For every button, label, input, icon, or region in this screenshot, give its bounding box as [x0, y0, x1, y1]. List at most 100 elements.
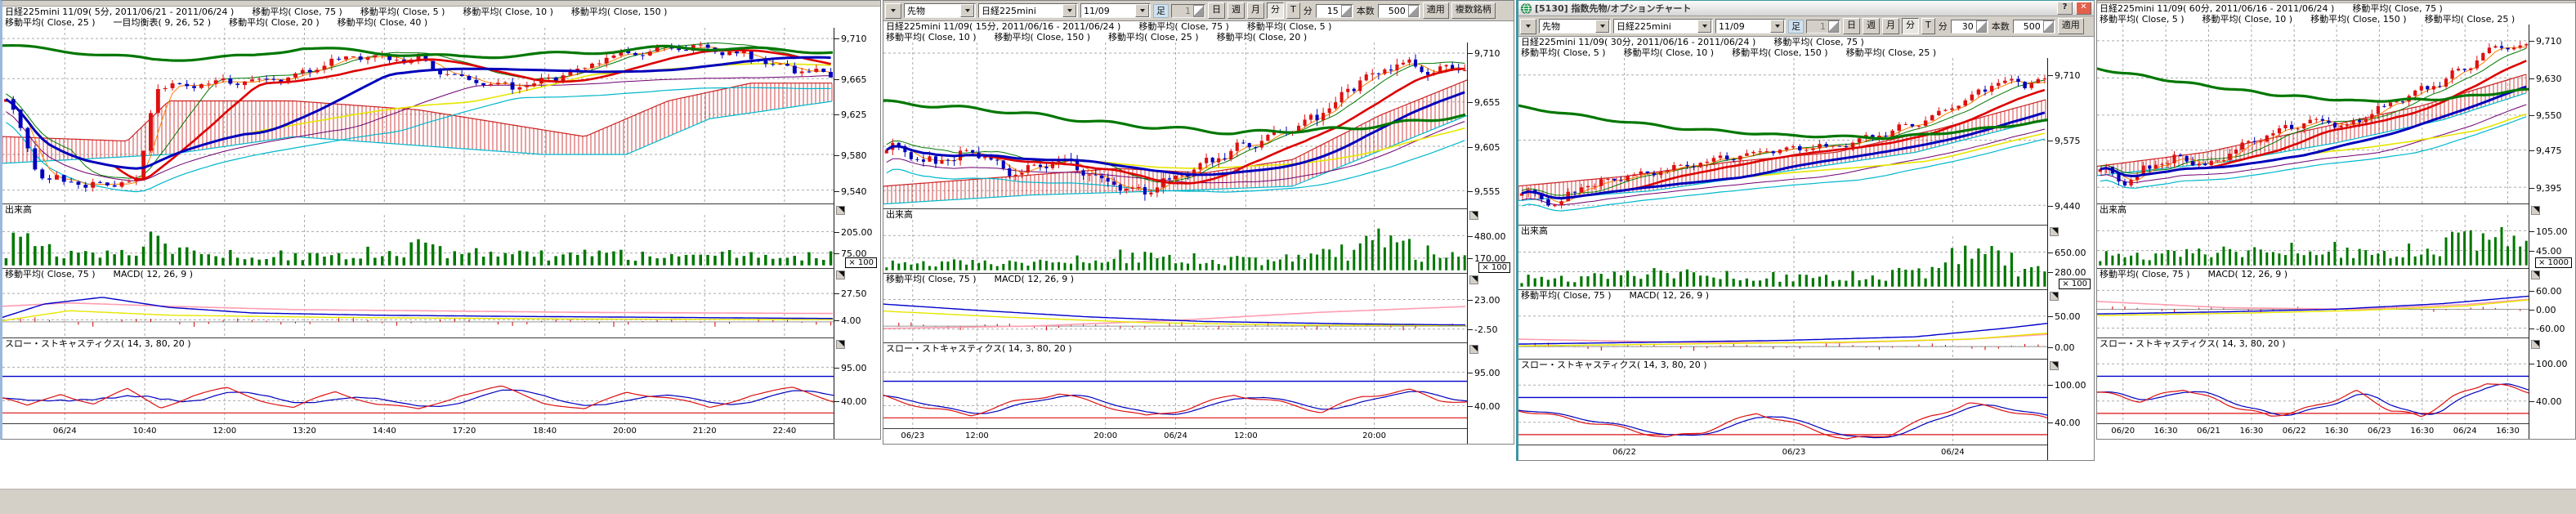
section-resize-handle[interactable]	[2050, 292, 2059, 301]
stochastics-tick-label: 40.00	[2055, 418, 2081, 428]
period-day-button[interactable]: 日	[1208, 2, 1225, 19]
section-resize-handle[interactable]	[836, 206, 845, 215]
help-button[interactable]: ?	[2057, 2, 2073, 15]
macd-chart[interactable]	[2097, 279, 2529, 338]
volume-axis: 105.0045.00× 1000	[2529, 215, 2575, 269]
axis-tick	[2048, 75, 2053, 76]
axis-tick	[1468, 147, 1473, 148]
chart-toolbar: 先物 日経225mini 11/09 足 1 日 週 月 分 T 分 15 本数…	[883, 1, 1514, 21]
menu-dropdown-button[interactable]	[1520, 19, 1536, 34]
candlestick-chart[interactable]	[2097, 25, 2529, 204]
spinner-icon[interactable]	[1193, 5, 1204, 17]
stochastics-chart[interactable]	[883, 354, 1468, 429]
period-tick-button[interactable]: T	[1286, 2, 1300, 19]
period-month-button[interactable]: 月	[1882, 18, 1899, 34]
axis-line	[1467, 42, 1468, 444]
period-minute-button[interactable]: 分	[1902, 18, 1919, 34]
bar-count-spinner[interactable]: 500	[1378, 4, 1420, 18]
chevron-down-icon	[1770, 20, 1784, 33]
multi-symbol-button[interactable]: 複数銘柄	[1451, 2, 1496, 19]
minutes-spinner[interactable]: 15	[1316, 4, 1353, 18]
chart-window-5min: 日経225mini 11/09( 5分, 2011/06/21 - 2011/0…	[0, 0, 881, 440]
volume-chart[interactable]	[2, 215, 834, 269]
macd-section-label: 移動平均( Close, 75 ) MACD( 12, 26, 9 )	[2, 269, 834, 279]
stochastics-chart[interactable]	[2097, 349, 2529, 424]
time-axis: 06/2016:3006/2116:3006/2216:3006/2316:30…	[2097, 424, 2529, 439]
menu-dropdown-button[interactable]	[885, 3, 901, 19]
section-resize-handle[interactable]	[2531, 270, 2540, 279]
section-resize-handle[interactable]	[2531, 340, 2540, 349]
macd-tick-label: -2.50	[1474, 324, 1497, 335]
stochastics-chart[interactable]	[1518, 370, 2048, 445]
stochastics-chart[interactable]	[2, 349, 834, 424]
axis-tick	[1468, 102, 1473, 103]
axis-tick	[2048, 422, 2053, 423]
volume-chart[interactable]	[883, 220, 1468, 274]
symbol-select[interactable]: 日経225mini	[1613, 19, 1713, 34]
chart-window-60min: 日経225mini 11/09( 60分, 2011/06/16 - 2011/…	[2096, 0, 2576, 440]
close-button[interactable]: ✕	[2076, 2, 2091, 15]
globe-icon	[1521, 3, 1532, 14]
period-tick-button[interactable]: T	[1921, 18, 1935, 34]
time-tick-label: 06/23	[1782, 448, 1806, 457]
desktop: 日経225mini 11/09( 5分, 2011/06/21 - 2011/0…	[0, 0, 2576, 513]
macd-chart[interactable]	[2, 279, 834, 338]
candlestick-chart[interactable]	[2, 28, 834, 204]
section-resize-handle[interactable]	[836, 340, 845, 349]
period-minute-button[interactable]: 分	[1267, 2, 1284, 19]
window-titlebar[interactable]: [5130] 指数先物/オプションチャート ? ✕	[1518, 1, 2094, 16]
macd-chart[interactable]	[1518, 301, 2048, 360]
stochastics-tick-label: 100.00	[2536, 359, 2568, 369]
category-select[interactable]: 先物	[904, 3, 976, 18]
price-tick-label: 9,550	[2536, 110, 2562, 121]
section-resize-handle[interactable]	[1469, 211, 1478, 220]
minutes-spinner[interactable]: 30	[1951, 20, 1988, 34]
axis-tick	[1468, 53, 1473, 54]
contract-select[interactable]: 11/09	[1080, 3, 1151, 18]
volume-chart[interactable]	[2097, 215, 2529, 269]
section-resize-handle[interactable]	[1469, 345, 1478, 354]
bar-count-spinner[interactable]: 500	[2013, 20, 2055, 34]
period-month-button[interactable]: 月	[1247, 2, 1264, 19]
apply-button[interactable]: 適用	[2058, 18, 2084, 34]
category-select[interactable]: 先物	[1539, 19, 1611, 34]
stochastics-tick-label: 40.00	[841, 396, 867, 407]
period-week-button[interactable]: 週	[1228, 2, 1245, 19]
section-resize-handle[interactable]	[2050, 227, 2059, 236]
chart-legend-line: 移動平均( Close, 10 ) 移動平均( Close, 150 ) 移動平…	[886, 32, 1514, 42]
volume-tick-label: 650.00	[2055, 248, 2086, 258]
bar-interval-spinner[interactable]: 1	[1806, 20, 1840, 34]
macd-chart[interactable]	[883, 284, 1468, 343]
volume-chart[interactable]	[1518, 236, 2048, 290]
macd-tick-label: -60.00	[2536, 324, 2565, 334]
candlestick-chart[interactable]	[1518, 58, 2048, 226]
period-week-button[interactable]: 週	[1863, 18, 1880, 34]
section-resize-handle[interactable]	[836, 270, 845, 279]
chart-legend-line: 移動平均( Close, 5 ) 移動平均( Close, 10 ) 移動平均(…	[2100, 14, 2575, 25]
macd-axis: 50.000.00	[2048, 301, 2094, 360]
spinner-icon[interactable]	[1341, 5, 1352, 17]
axis-tick	[2529, 41, 2534, 42]
apply-button[interactable]: 適用	[1423, 2, 1449, 19]
time-tick-label: 20:00	[1093, 431, 1117, 440]
chart-title-line: 日経225mini 11/09( 5分, 2011/06/21 - 2011/0…	[5, 7, 880, 17]
spinner-icon[interactable]	[1828, 20, 1839, 33]
spinner-icon[interactable]	[1408, 5, 1419, 17]
contract-select[interactable]: 11/09	[1715, 19, 1786, 34]
spinner-icon[interactable]	[2043, 20, 2054, 33]
price-tick-label: 9,540	[841, 186, 867, 197]
axis-tick	[2048, 272, 2053, 273]
section-resize-handle[interactable]	[2531, 206, 2540, 215]
section-resize-handle[interactable]	[2050, 361, 2059, 370]
price-tick-label: 9,710	[841, 34, 867, 44]
symbol-select[interactable]: 日経225mini	[978, 3, 1078, 18]
axis-tick	[2529, 231, 2534, 232]
time-tick-label: 22:40	[772, 427, 796, 436]
axis-tick	[2048, 206, 2053, 207]
spinner-icon[interactable]	[1976, 20, 1987, 33]
section-resize-handle[interactable]	[1469, 275, 1478, 284]
time-tick-label: 06/24	[1941, 448, 1965, 457]
bar-interval-spinner[interactable]: 1	[1171, 4, 1205, 18]
period-day-button[interactable]: 日	[1843, 18, 1860, 34]
candlestick-chart[interactable]	[883, 42, 1468, 209]
